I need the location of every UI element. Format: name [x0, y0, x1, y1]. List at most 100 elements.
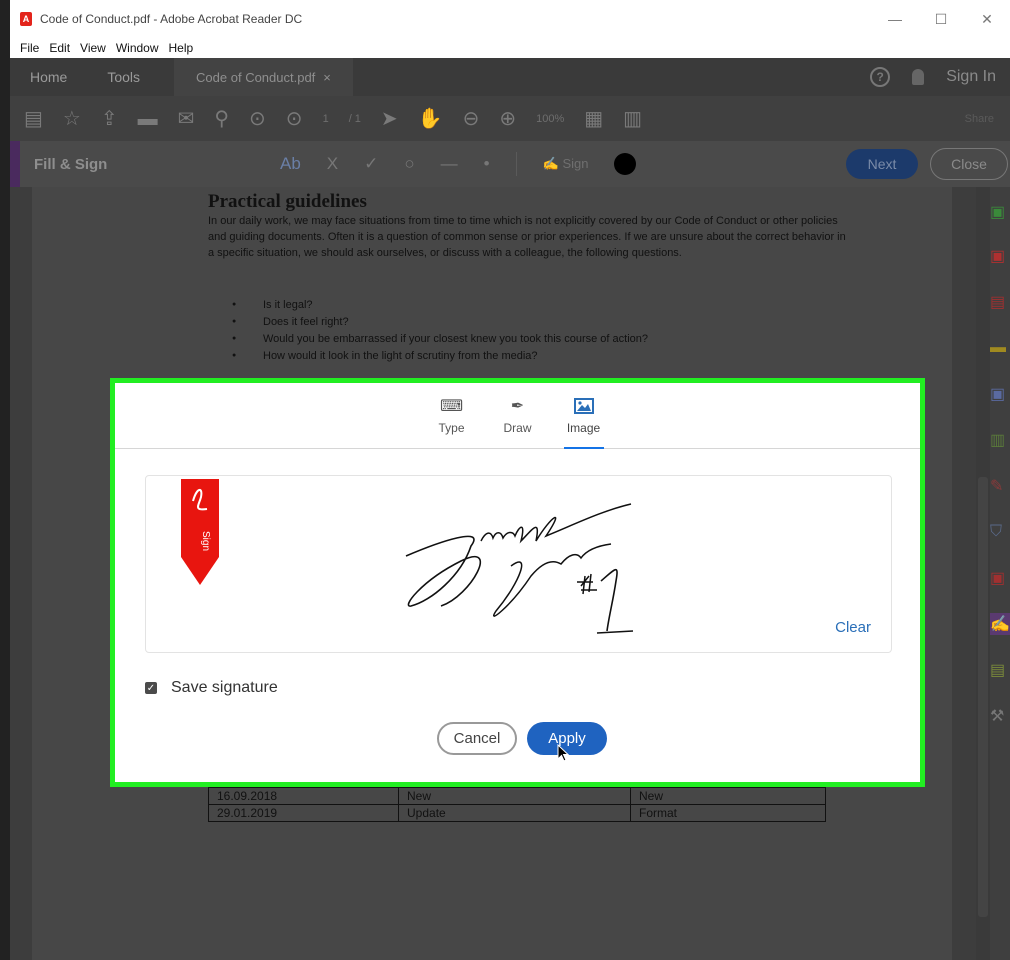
list-item: Is it legal? [232, 299, 648, 316]
table-cell: Format [630, 804, 826, 822]
tab-document[interactable]: Code of Conduct.pdf × [174, 58, 353, 96]
window-title: Code of Conduct.pdf - Adobe Acrobat Read… [40, 12, 303, 26]
bookmark-star-icon[interactable]: ☆ [63, 109, 81, 129]
close-button[interactable]: Close [930, 148, 1008, 180]
create-pdf-icon[interactable]: ▣ [990, 245, 1010, 267]
doc-heading: Practical guidelines [208, 191, 367, 212]
dot-tool[interactable]: • [484, 154, 490, 174]
maximize-button[interactable]: ☐ [918, 0, 964, 38]
dialog-actions: Cancel Apply [437, 722, 607, 755]
page-total: / 1 [348, 112, 361, 125]
tab-draw[interactable]: ✒ Draw [498, 395, 538, 449]
tab-bar: Home Tools Code of Conduct.pdf × ? Sign … [10, 58, 1010, 96]
check-mark-tool[interactable]: ✓ [364, 154, 378, 174]
tab-home[interactable]: Home [10, 69, 87, 85]
menu-help[interactable]: Help [169, 41, 194, 55]
cross-mark-tool[interactable]: X [327, 154, 338, 174]
doc-bullet-list: Is it legal? Does it feel right? Would y… [232, 299, 648, 367]
notifications-icon[interactable] [912, 69, 925, 85]
tab-draw-label: Draw [503, 421, 532, 435]
zoom-level[interactable]: 100% [536, 113, 564, 125]
zoom-out-icon[interactable]: ⊖ [463, 109, 480, 129]
page-up-icon[interactable]: ⊙ [249, 109, 266, 129]
search-icon[interactable]: ⚲ [214, 109, 229, 129]
line-tool[interactable]: — [441, 154, 458, 174]
save-icon[interactable]: ▤ [24, 109, 43, 129]
save-signature-label: Save signature [171, 679, 278, 696]
pdf-tool-icon[interactable]: ▣ [990, 567, 1010, 589]
pen-icon: ✒ [510, 398, 525, 415]
list-item: Would you be embarrassed if your closest… [232, 333, 648, 350]
list-item: How would it look in the light of scruti… [232, 350, 648, 367]
protect-icon[interactable]: ⛉ [990, 521, 1010, 543]
color-picker[interactable] [614, 153, 637, 175]
help-icon[interactable]: ? [870, 67, 891, 87]
tab-document-label: Code of Conduct.pdf [196, 69, 316, 85]
desktop-edge [0, 0, 10, 960]
table-cell: 16.09.2018 [208, 787, 399, 805]
acrobat-app-icon: A [20, 12, 32, 26]
sign-panel-icon[interactable]: ✍ [990, 613, 1010, 635]
tab-image-label: Image [566, 421, 601, 435]
add-text-tool[interactable]: Ab [280, 154, 301, 174]
window-titlebar: A Code of Conduct.pdf - Adobe Acrobat Re… [10, 0, 1010, 38]
sign-in-link[interactable]: Sign In [946, 68, 996, 86]
comment-icon[interactable]: ▬ [990, 337, 1010, 359]
tab-close-icon[interactable]: × [323, 70, 331, 85]
page-down-icon[interactable]: ⊙ [286, 109, 303, 129]
cloud-upload-icon[interactable]: ⇪ [101, 109, 118, 129]
image-icon [573, 395, 594, 417]
sign-tool[interactable]: ✍ Sign [543, 156, 589, 172]
scrollbar-thumb[interactable] [978, 477, 988, 917]
close-window-button[interactable]: ✕ [964, 0, 1010, 38]
stamp-icon[interactable]: ▤ [990, 659, 1010, 681]
signature-image [405, 503, 634, 634]
hand-tool-icon[interactable]: ✋ [418, 109, 443, 129]
tab-type[interactable]: ⌨ Type [432, 395, 472, 449]
signature-preview-area: Sign Clear [145, 475, 892, 653]
save-signature-checkbox[interactable]: ✓ [145, 682, 157, 694]
export-pdf-icon[interactable]: ▣ [990, 201, 1010, 223]
cancel-button[interactable]: Cancel [437, 722, 517, 755]
clear-link[interactable]: Clear [835, 619, 871, 636]
fill-sign-toolbar: Fill & Sign Ab X ✓ ○ — • ✍ Sign Next Clo… [10, 141, 1010, 187]
table-cell: New [630, 787, 826, 805]
next-button[interactable]: Next [846, 149, 918, 179]
sign-flag-label: Sign [200, 531, 211, 551]
print-icon[interactable]: ▬ [138, 109, 158, 129]
vertical-scrollbar[interactable] [976, 187, 990, 960]
revision-table: 16.09.2018 New New 29.01.2019 Update For… [208, 787, 826, 822]
tab-tools[interactable]: Tools [87, 69, 160, 85]
page-current[interactable]: 1 [323, 113, 329, 125]
select-cursor-icon[interactable]: ➤ [381, 109, 398, 129]
table-row: 16.09.2018 New New [208, 787, 826, 805]
fill-sign-panel-icon[interactable]: ✎ [990, 475, 1010, 497]
tab-image[interactable]: Image [563, 395, 604, 449]
signature-dialog: ⌨ Type ✒ Draw Image Sign Clear ✓ Save si… [110, 378, 925, 787]
circle-tool[interactable]: ○ [404, 154, 414, 174]
signature-mode-tabs: ⌨ Type ✒ Draw Image [115, 383, 920, 449]
zoom-in-icon[interactable]: ⊕ [499, 109, 516, 129]
comment-tool-icon[interactable]: ▥ [623, 109, 642, 129]
save-signature-row[interactable]: ✓ Save signature [145, 679, 278, 697]
page-fit-icon[interactable]: ▦ [584, 109, 603, 129]
email-icon[interactable]: ✉ [178, 109, 195, 129]
send-icon[interactable]: ▣ [990, 383, 1010, 405]
edit-pdf-icon[interactable]: ▥ [990, 429, 1010, 451]
menu-window[interactable]: Window [116, 41, 159, 55]
table-cell: 29.01.2019 [208, 804, 399, 822]
organize-pages-icon[interactable]: ▤ [990, 291, 1010, 313]
list-item: Does it feel right? [232, 316, 648, 333]
mouse-cursor-icon [557, 744, 569, 762]
menu-edit[interactable]: Edit [49, 41, 70, 55]
more-tools-icon[interactable]: ⚒ [990, 705, 1010, 727]
menu-file[interactable]: File [20, 41, 39, 55]
table-cell: Update [398, 804, 631, 822]
table-row: 29.01.2019 Update Format [208, 804, 826, 822]
main-toolbar: ▤ ☆ ⇪ ▬ ✉ ⚲ ⊙ ⊙ 1 / 1 ➤ ✋ ⊖ ⊕ 100% ▦ ▥ S… [10, 96, 1010, 141]
share-button[interactable]: Share [965, 113, 994, 125]
menu-view[interactable]: View [80, 41, 106, 55]
toolbar-divider [515, 152, 517, 176]
window-controls: — ☐ ✕ [872, 0, 1010, 38]
minimize-button[interactable]: — [872, 0, 918, 38]
